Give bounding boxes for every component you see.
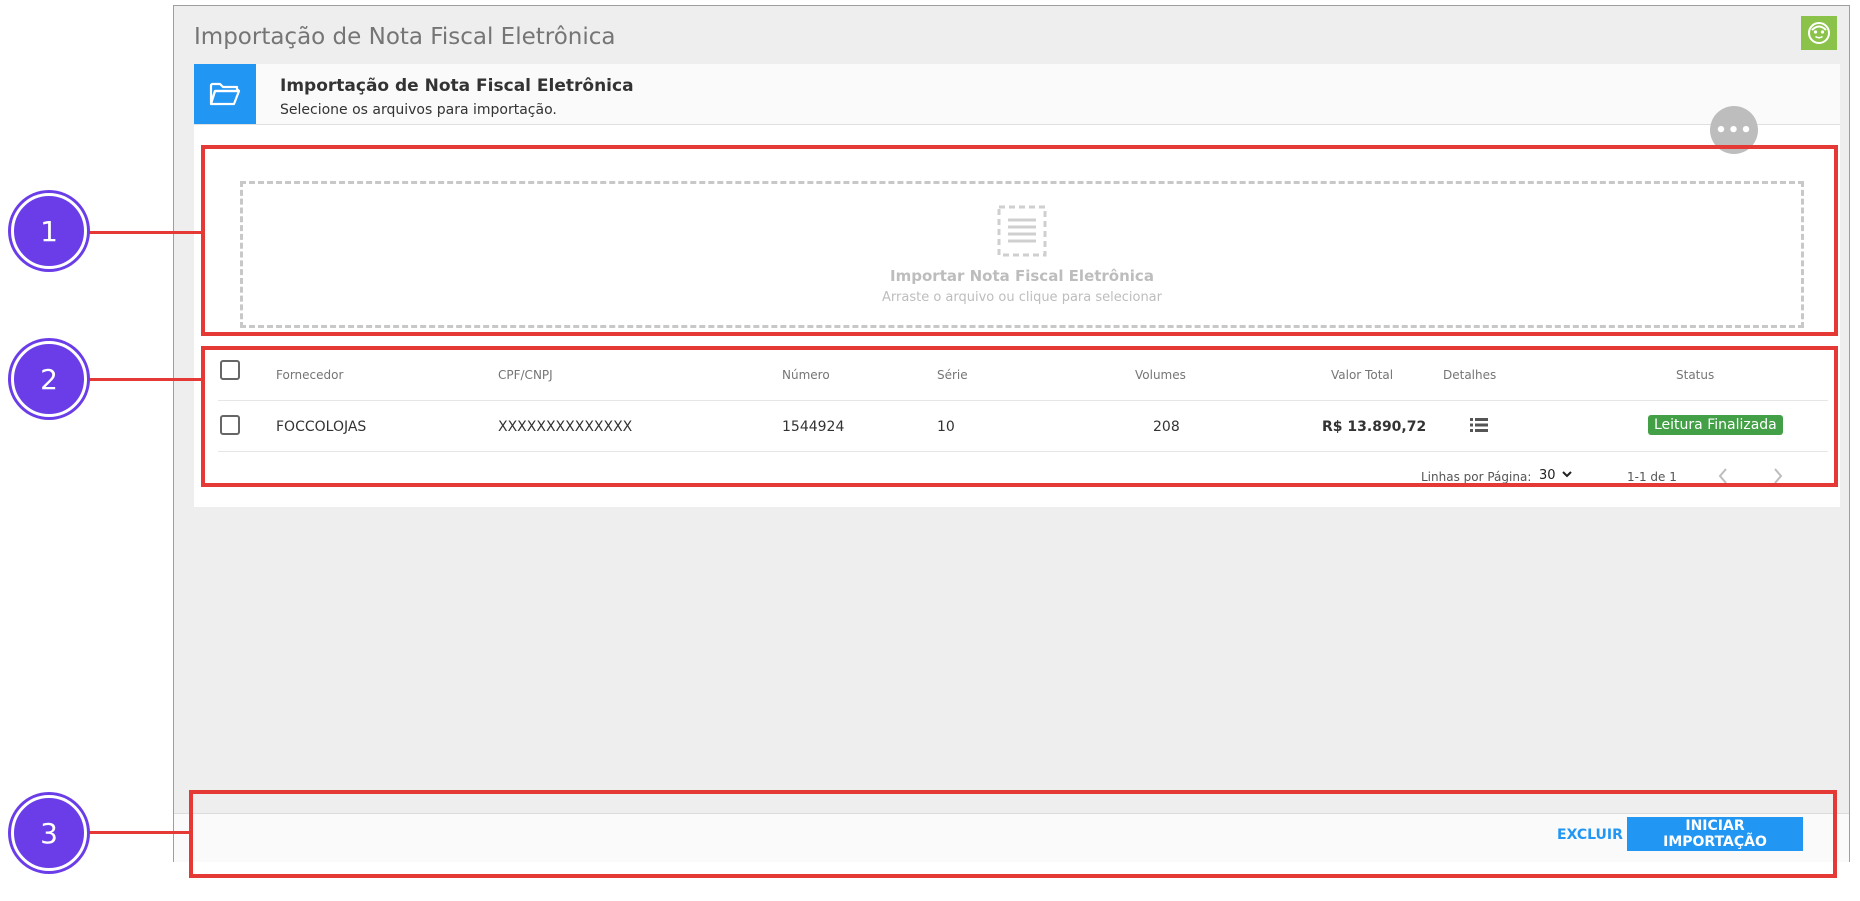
folder-open-icon — [209, 82, 241, 106]
callout-connector-2 — [88, 378, 201, 381]
callout-connector-1 — [88, 231, 201, 234]
callout-frame-3 — [189, 790, 1837, 878]
face-icon — [1808, 22, 1830, 44]
callout-badge-2: 2 — [11, 341, 87, 417]
card-subtitle: Selecione os arquivos para importação. — [280, 102, 557, 118]
callout-badge-3: 3 — [11, 795, 87, 871]
folder-box — [194, 64, 256, 124]
card-header: Importação de Nota Fiscal Eletrônica Sel… — [194, 64, 1840, 125]
callout-frame-2 — [201, 346, 1838, 487]
callout-connector-3 — [88, 831, 189, 834]
callout-badge-1: 1 — [11, 193, 87, 269]
face-button[interactable] — [1801, 16, 1837, 50]
window-title: Importação de Nota Fiscal Eletrônica — [194, 24, 616, 50]
card-title: Importação de Nota Fiscal Eletrônica — [280, 76, 634, 96]
callout-frame-1 — [201, 145, 1838, 336]
more-horizontal-icon: ••• — [1715, 119, 1753, 141]
